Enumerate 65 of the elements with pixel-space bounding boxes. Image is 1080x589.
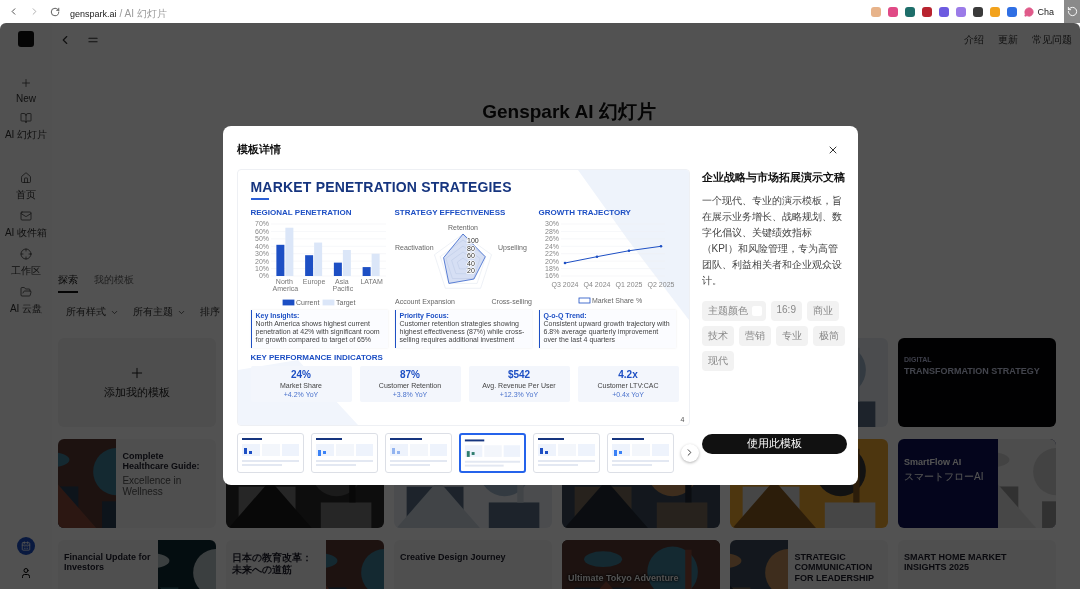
add-template-card[interactable]: 添加我的模板 [58, 338, 216, 427]
url-path[interactable]: / AI 幻灯片 [119, 7, 167, 19]
extension-icon[interactable] [922, 6, 933, 17]
tag: 极简 [812, 325, 845, 346]
undo-button[interactable] [1064, 0, 1080, 23]
kpi-value: 87% [400, 368, 420, 381]
template-name: 企业战略与市场拓展演示文稿 [701, 169, 846, 185]
plus-icon [20, 77, 32, 89]
tag: 专业 [775, 325, 808, 346]
section-heading: KEY PERFORMANCE INDICATORS [250, 352, 384, 363]
data-point [627, 248, 630, 252]
user-icon[interactable] [20, 567, 32, 579]
card-title: TRANSFORMATION STRATEGY [904, 366, 1041, 377]
tag: 商业 [806, 300, 839, 321]
extension-icon[interactable] [939, 6, 950, 17]
mail-icon [20, 210, 32, 222]
data-point [595, 254, 598, 258]
slide-thumbnail[interactable] [458, 432, 526, 473]
card-title: Ultimate Tokyo Adventure [568, 573, 680, 584]
chat-label[interactable]: Cha [1037, 6, 1054, 17]
sidebar-item[interactable]: New [16, 77, 36, 104]
tag: 技术 [701, 325, 734, 346]
book-icon [20, 112, 32, 124]
tag: 营销 [738, 325, 771, 346]
extension-icon[interactable] [905, 6, 916, 17]
url-domain[interactable]: genspark.ai [70, 8, 117, 19]
folder-icon [20, 286, 32, 298]
card-title: 日本の教育改革：未来への道筋 [232, 552, 313, 575]
tag: 16:9 [770, 300, 802, 321]
card-title: SMART HOME MARKET INSIGHTS 2025 [904, 552, 1008, 573]
undo-icon [1066, 6, 1078, 17]
crosshair-icon [20, 248, 32, 260]
slide-title: MARKET PENETRATION STRATEGIES [250, 178, 513, 195]
kpi-value: 4.2x [618, 368, 638, 381]
section-heading: GROWTH TRAJECTORY [538, 207, 632, 218]
card-title: SmartFlow AI [904, 457, 963, 468]
tag: 现代 [701, 350, 734, 371]
plus-icon [129, 365, 145, 381]
chat-icon [1024, 6, 1035, 17]
use-template-button[interactable]: 使用此模板 [701, 433, 847, 454]
radar-drawing [433, 233, 492, 288]
reload-icon[interactable] [50, 6, 60, 17]
dialog-title: 模板详情 [236, 142, 281, 157]
template-description: 一个现代、专业的演示模板，旨在展示业务增长、战略规划、数字化倡议、关键绩效指标（KPI）和风险管理，专为高管团队、利益相关者和企业观众设计。 [701, 193, 843, 288]
card-title: Complete Healthcare Guide: [122, 451, 201, 472]
theme-color-chip[interactable]: 主题颜色 [701, 300, 766, 321]
calendar-icon [21, 541, 31, 551]
data-point [563, 261, 566, 264]
card-title: Creative Design Journey [400, 552, 507, 563]
tag-label: 主题颜色 [707, 303, 748, 318]
data-point [659, 244, 662, 248]
section-heading: STRATEGY EFFECTIVENESS [394, 207, 507, 218]
kpi-value: 24% [291, 368, 311, 381]
sidebar-item[interactable]: 首页 [16, 172, 36, 202]
tab[interactable]: 探索 [58, 273, 78, 293]
kpi-value: $542 [507, 368, 531, 381]
card-title: STRATEGIC COMMUNICATION FOR LEADERSHIP [794, 552, 875, 584]
house-icon [20, 172, 32, 184]
extension-icon[interactable] [973, 6, 984, 17]
page-title: Genspark AI 幻灯片 [481, 101, 657, 123]
sidebar-item[interactable]: AI 收件箱 [4, 210, 48, 240]
section-heading: REGIONAL PENETRATION [250, 207, 353, 218]
avatar[interactable] [17, 537, 35, 555]
card-title: Financial Update for Investors [64, 552, 152, 573]
template-card[interactable]: Ultimate Tokyo Adventure [562, 540, 720, 589]
